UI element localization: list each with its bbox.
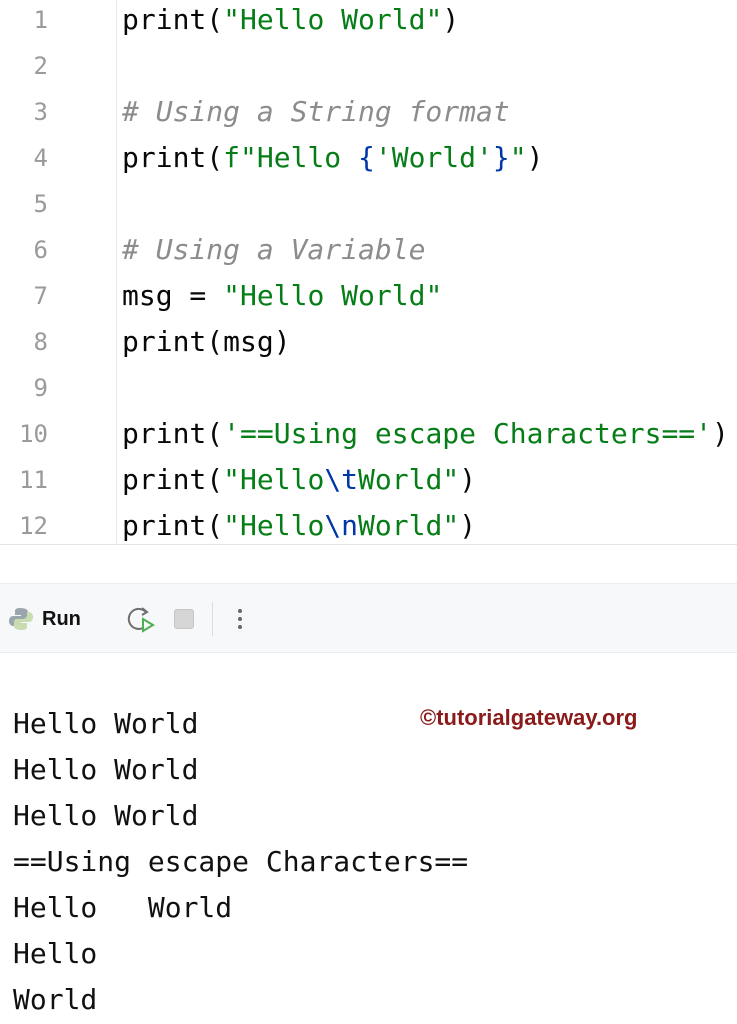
code-line[interactable]: 3 # Using a String format: [0, 89, 737, 135]
code-line[interactable]: 10 print('==Using escape Characters=='): [0, 411, 737, 457]
code-token: print(: [122, 463, 224, 496]
line-number: 12: [19, 512, 48, 540]
output-line: Hello World: [13, 891, 233, 924]
code-token: \n: [324, 509, 359, 542]
code-token: 'World': [374, 141, 493, 174]
code-token: ): [459, 463, 477, 496]
code-token: World": [358, 509, 460, 542]
line-number: 9: [33, 374, 48, 402]
code-token: print(: [122, 417, 224, 450]
code-token: print(: [122, 3, 224, 36]
watermark: ©tutorialgateway.org: [420, 705, 638, 730]
line-number: 1: [33, 6, 48, 34]
code-line[interactable]: 9: [0, 365, 737, 411]
run-tab[interactable]: Run: [8, 584, 81, 654]
code-token: print(msg): [122, 325, 291, 358]
line-number: 7: [33, 282, 48, 310]
stop-button[interactable]: [174, 584, 194, 654]
code-line[interactable]: 8 print(msg): [0, 319, 737, 365]
line-number: 3: [33, 98, 48, 126]
line-number: 4: [33, 144, 48, 172]
code-token: print(: [122, 509, 224, 542]
code-text: # Using a Variable: [122, 227, 425, 273]
code-token: "Hello World": [223, 279, 443, 312]
code-token: print(: [122, 141, 224, 174]
code-text: print("Hello\tWorld"): [122, 457, 476, 503]
code-text: print(f"Hello {'World'}"): [122, 135, 543, 181]
code-text: print(msg): [122, 319, 291, 365]
code-line[interactable]: 2: [0, 43, 737, 89]
code-line[interactable]: 11 print("Hello\tWorld"): [0, 457, 737, 503]
output-line: World: [13, 983, 98, 1016]
code-line[interactable]: 6 # Using a Variable: [0, 227, 737, 273]
code-token: # Using a Variable: [122, 233, 426, 266]
code-text: print('==Using escape Characters=='): [122, 411, 729, 457]
run-toolbar: Run: [0, 583, 737, 653]
line-number: 6: [33, 236, 48, 264]
output-line: Hello World: [13, 707, 199, 740]
output-line: Hello World: [13, 799, 199, 832]
more-icon: [238, 609, 242, 629]
line-number: 5: [33, 190, 48, 218]
code-token: }: [492, 141, 510, 174]
code-editor[interactable]: 1 print("Hello World") 2 3 # Using a String …: [0, 0, 737, 545]
code-token: ): [459, 509, 477, 542]
python-icon: [9, 608, 33, 630]
code-token: World": [358, 463, 460, 496]
toolbar-separator: [212, 602, 213, 636]
line-number: 2: [33, 52, 48, 80]
code-token: "Hello: [223, 463, 325, 496]
line-number: 10: [19, 420, 48, 448]
code-token: f"Hello: [223, 141, 359, 174]
code-token: '==Using escape Characters==': [223, 417, 713, 450]
code-text: # Using a String format: [122, 89, 510, 135]
code-token: "Hello: [223, 509, 325, 542]
code-token: {: [358, 141, 375, 174]
line-number: 8: [33, 328, 48, 356]
code-line[interactable]: 4 print(f"Hello {'World'}"): [0, 135, 737, 181]
line-number: 11: [19, 466, 48, 494]
code-token: ): [526, 141, 544, 174]
rerun-button[interactable]: [126, 584, 156, 654]
output-line: Hello: [13, 937, 98, 970]
code-line[interactable]: 5: [0, 181, 737, 227]
code-token: \t: [324, 463, 359, 496]
rerun-icon: [127, 607, 155, 633]
stop-icon: [174, 609, 194, 629]
code-token: ): [712, 417, 729, 450]
code-line[interactable]: 7 msg = "Hello World": [0, 273, 737, 319]
run-label: Run: [42, 607, 81, 630]
output-line: Hello World: [13, 753, 199, 786]
code-token: ": [509, 141, 527, 174]
more-button[interactable]: [233, 584, 247, 654]
code-text: print("Hello World"): [122, 0, 459, 43]
code-text: print("Hello\nWorld"): [122, 503, 477, 544]
code-line[interactable]: 1 print("Hello World"): [0, 0, 737, 43]
code-token: msg =: [122, 279, 224, 312]
code-line[interactable]: 12 print("Hello\nWorld"): [0, 503, 737, 544]
code-token: ): [442, 3, 460, 36]
output-line: ==Using escape Characters==: [13, 845, 469, 878]
code-token: # Using a String format: [122, 95, 510, 128]
code-text: msg = "Hello World": [122, 273, 442, 319]
code-token: "Hello World": [223, 3, 443, 36]
